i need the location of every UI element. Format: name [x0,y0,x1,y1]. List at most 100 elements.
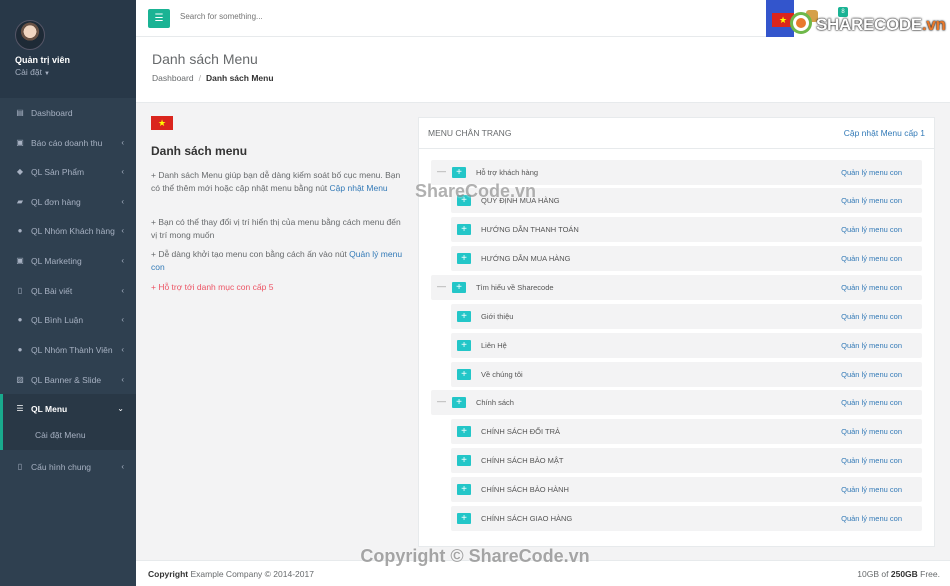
sidebar-subitem-menu-settings[interactable]: Cài đặt Menu [0,423,136,450]
panel-title: MENU CHÂN TRANG [428,128,512,138]
manage-submenu-link[interactable]: Quản lý menu con [841,168,902,177]
add-icon[interactable]: + [457,426,471,437]
add-icon[interactable]: + [457,311,471,322]
sidebar-item-comments[interactable]: ● QL Bình Luận ‹ [0,305,136,334]
update-level1-menu-link[interactable]: Cập nhật Menu cấp 1 [844,128,925,138]
manage-submenu-link[interactable]: Quản lý menu con [841,254,902,263]
menu-row-child[interactable]: + QUY ĐỊNH MUA HÀNG Quản lý menu con [451,188,922,213]
image-icon: ▨ [16,375,24,384]
sidebar-item-label: QL Nhóm Thành Viên [31,344,113,355]
menu-row-child[interactable]: + HƯỚNG DẪN MUA HÀNG Quản lý menu con [451,246,922,271]
collapse-icon[interactable]: — [437,282,446,291]
sidebar-item-dashboard[interactable]: ▤ Dashboard [0,98,136,127]
dashboard-icon: ▤ [16,108,24,117]
info-panel: Danh sách menu + Danh sách Menu giúp bạn… [151,116,407,292]
file-icon: ▯ [17,286,23,295]
breadcrumb-separator: / [198,73,201,83]
menu-row-parent[interactable]: — + Tìm hiểu về Sharecode Quản lý menu con [431,275,922,300]
add-icon[interactable]: + [457,513,471,524]
page-title: Danh sách Menu [152,51,258,67]
info-paragraph-4: + Hỗ trợ tới danh mục con cấp 5 [151,282,274,292]
user-icon: ● [17,345,23,354]
menu-row-label: Về chúng tôi [481,370,523,379]
avatar[interactable] [15,20,45,50]
menu-row-label: CHÍNH SÁCH BẢO MẬT [481,456,564,465]
menu-row-child[interactable]: + Liên Hệ Quản lý menu con [451,333,922,358]
menu-row-label: CHÍNH SÁCH BẢO HÀNH [481,485,569,494]
manage-submenu-link[interactable]: Quản lý menu con [841,196,902,205]
add-icon[interactable]: + [452,397,466,408]
sidebar-item-label: QL Nhóm Khách hàng [31,225,115,236]
manage-submenu-link[interactable]: Quản lý menu con [841,341,902,350]
menu-row-child[interactable]: + CHÍNH SÁCH ĐỔI TRẢ Quản lý menu con [451,419,922,444]
menu-row-child[interactable]: + Giới thiệu Quản lý menu con [451,304,922,329]
sharecode-logo-text: SHARECODE.vn [816,15,946,34]
breadcrumb-dashboard-link[interactable]: Dashboard [152,73,194,83]
add-icon[interactable]: + [457,340,471,351]
collapse-icon[interactable]: — [437,397,446,406]
update-menu-link[interactable]: Cập nhật Menu [330,183,388,193]
add-icon[interactable]: + [452,167,466,178]
search-input[interactable] [180,12,380,21]
manage-submenu-link[interactable]: Quản lý menu con [841,225,902,234]
add-icon[interactable]: + [457,484,471,495]
caret-down-icon: ▼ [43,71,50,77]
sidebar-item-products[interactable]: ◆ QL Sản Phẩm ‹ [0,157,136,186]
manage-submenu-link[interactable]: Quản lý menu con [841,312,902,321]
manage-submenu-link[interactable]: Quản lý menu con [841,398,902,407]
menu-row-label: HƯỚNG DẪN MUA HÀNG [481,254,571,263]
info-title: Danh sách menu [151,144,248,158]
menu-row-child[interactable]: + CHÍNH SÁCH BẢO MẬT Quản lý menu con [451,448,922,473]
sidebar-item-member-groups[interactable]: ● QL Nhóm Thành Viên ‹ [0,335,136,364]
menu-row-child[interactable]: + CHÍNH SÁCH GIAO HÀNG Quản lý menu con [451,506,922,531]
sidebar-item-customer-groups[interactable]: ● QL Nhóm Khách hàng ‹ [0,216,136,245]
manage-submenu-link[interactable]: Quản lý menu con [841,427,902,436]
collapse-icon[interactable]: — [437,167,446,176]
add-icon[interactable]: + [457,224,471,235]
manage-submenu-link[interactable]: Quản lý menu con [841,514,902,523]
footer-copyright: Copyright Example Company © 2014-2017 [148,569,314,579]
add-icon[interactable]: + [452,282,466,293]
sidebar-item-menu[interactable]: ☰ QL Menu ⌄ [0,394,136,423]
comment-icon: ● [17,315,23,324]
sidebar-item-label: QL Banner & Slide [31,374,102,385]
sidebar-item-label: Dashboard [31,107,73,118]
menu-row-label: Giới thiệu [481,312,514,321]
add-icon[interactable]: + [457,195,471,206]
sidebar-item-label: QL Sản Phẩm [31,166,85,177]
menu-row-label: Chính sách [476,398,514,407]
sidebar-item-posts[interactable]: ▯ QL Bài viết ‹ [0,276,136,305]
sidebar-item-label: QL Bài viết [31,285,73,296]
sidebar-item-banner-slide[interactable]: ▨ QL Banner & Slide ‹ [0,365,136,394]
list-icon: ☰ [16,404,24,413]
menu-row-label: Liên Hệ [481,341,507,350]
breadcrumb-current: Danh sách Menu [205,73,274,83]
sidebar-item-general-config[interactable]: ▯ Cấu hình chung ‹ [0,452,136,481]
menu-row-parent[interactable]: — + Chính sách Quản lý menu con [431,390,922,415]
sidebar-toggle-button[interactable]: ☰ [148,9,170,28]
sidebar-item-marketing[interactable]: ▣ QL Marketing ‹ [0,246,136,275]
manage-submenu-link[interactable]: Quản lý menu con [841,283,902,292]
panel-header: MENU CHÂN TRANG Cập nhật Menu cấp 1 [419,118,934,149]
sidebar-item-revenue-report[interactable]: ▣ Báo cáo doanh thu ‹ [0,128,136,157]
sidebar-item-orders[interactable]: ▰ QL đơn hàng ‹ [0,187,136,216]
menu-row-child[interactable]: + CHÍNH SÁCH BẢO HÀNH Quản lý menu con [451,477,922,502]
manage-submenu-link[interactable]: Quản lý menu con [841,485,902,494]
profile-name[interactable]: Quản trị viên [15,55,70,65]
menu-row-child[interactable]: + HƯỚNG DẪN THANH TOÁN Quản lý menu con [451,217,922,242]
manage-submenu-link[interactable]: Quản lý menu con [841,456,902,465]
manage-submenu-link[interactable]: Quản lý menu con [841,370,902,379]
add-icon[interactable]: + [457,253,471,264]
add-icon[interactable]: + [457,455,471,466]
chevron-left-icon: ‹ [121,256,124,265]
menu-row-label: HƯỚNG DẪN THANH TOÁN [481,225,579,234]
menu-row-child[interactable]: + Về chúng tôi Quản lý menu con [451,362,922,387]
profile-role-label: Cài đặt [15,67,42,77]
profile-panel: Quản trị viên Cài đặt ▼ [0,0,136,98]
chevron-left-icon: ‹ [121,197,124,206]
add-icon[interactable]: + [457,369,471,380]
profile-role-dropdown[interactable]: Cài đặt ▼ [15,67,50,77]
sidebar: Quản trị viên Cài đặt ▼ ▤ Dashboard ▣ Báo c… [0,0,136,586]
chevron-left-icon: ‹ [121,375,124,384]
menu-row-parent[interactable]: — + Hỗ trợ khách hàng Quản lý menu con [431,160,922,185]
